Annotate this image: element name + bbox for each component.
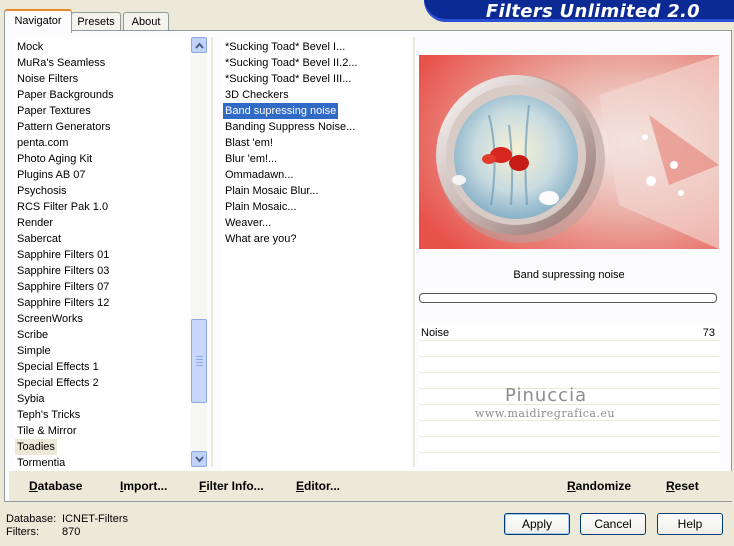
category-item[interactable]: ScreenWorks	[15, 311, 85, 327]
tab-navigator[interactable]: Navigator	[4, 9, 72, 33]
category-item[interactable]: Teph's Tricks	[15, 407, 82, 423]
watermark-url: www.maidiregrafica.eu	[475, 407, 616, 420]
param-value: 73	[702, 327, 715, 339]
filter-item[interactable]: Banding Suppress Noise...	[223, 119, 357, 135]
param-row	[419, 437, 719, 453]
filters-count-info: Filters: 870	[6, 526, 81, 538]
filter-item[interactable]: Plain Mosaic...	[223, 199, 299, 215]
filter-item[interactable]: *Sucking Toad* Bevel I...	[223, 39, 347, 55]
chevron-down-icon	[195, 456, 204, 463]
filter-name-label: Band supressing noise	[513, 269, 625, 281]
category-item[interactable]: Toadies	[15, 439, 57, 455]
category-scrollbar[interactable]	[191, 37, 207, 467]
category-item[interactable]: Simple	[15, 343, 53, 359]
param-row	[419, 357, 719, 373]
filter-item[interactable]: *Sucking Toad* Bevel II.2...	[223, 55, 360, 71]
category-item[interactable]: MuRa's Seamless	[15, 55, 107, 71]
filter-item[interactable]: Band supressing noise	[223, 103, 339, 119]
category-item[interactable]: Mock	[15, 39, 45, 55]
apply-button[interactable]: Apply	[504, 513, 570, 535]
filter-item[interactable]: Blur 'em!...	[223, 151, 279, 167]
filter-list[interactable]: *Sucking Toad* Bevel I... *Sucking Toad* …	[223, 39, 411, 471]
filter-item[interactable]: Ommadawn...	[223, 167, 295, 183]
title-banner: Filters Unlimited 2.0	[424, 0, 734, 22]
randomize-button[interactable]: Randomize	[567, 479, 631, 493]
filter-item[interactable]: What are you?	[223, 231, 299, 247]
category-item[interactable]: Render	[15, 215, 55, 231]
filter-item[interactable]: Weaver...	[223, 215, 273, 231]
filter-info-button[interactable]: Filter Info...	[199, 479, 264, 493]
param-row	[419, 421, 719, 437]
category-item[interactable]: Sapphire Filters 03	[15, 263, 111, 279]
navigator-panel: Mock MuRa's Seamless Noise Filters Paper Ba…	[4, 30, 734, 502]
chevron-up-icon	[195, 42, 204, 49]
app-title: Filters Unlimited 2.0	[485, 1, 700, 22]
import-button[interactable]: Import...	[120, 479, 167, 493]
filter-preview-image	[419, 55, 719, 249]
filter-item[interactable]: Plain Mosaic Blur...	[223, 183, 321, 199]
category-item[interactable]: Special Effects 1	[15, 359, 101, 375]
category-item[interactable]: RCS Filter Pak 1.0	[15, 199, 110, 215]
category-item[interactable]: Sabercat	[15, 231, 63, 247]
category-list[interactable]: Mock MuRa's Seamless Noise Filters Paper Ba…	[15, 39, 189, 471]
progress-bar	[419, 293, 717, 303]
category-item[interactable]: Scribe	[15, 327, 50, 343]
scroll-thumb[interactable]	[191, 319, 207, 403]
column-divider	[211, 37, 213, 467]
bottom-toolbar: Database Import... Filter Info... Editor…	[9, 471, 734, 501]
param-row	[419, 341, 719, 357]
param-noise-row[interactable]: Noise 73	[419, 325, 719, 341]
tab-about[interactable]: About	[123, 12, 169, 31]
category-item[interactable]: Plugins AB 07	[15, 167, 88, 183]
scroll-down-button[interactable]	[191, 451, 207, 467]
database-button[interactable]: Database	[29, 479, 82, 493]
category-item[interactable]: Sapphire Filters 12	[15, 295, 111, 311]
cancel-button[interactable]: Cancel	[580, 513, 646, 535]
category-item[interactable]: Paper Backgrounds	[15, 87, 116, 103]
category-item[interactable]: Pattern Generators	[15, 119, 113, 135]
database-info: Database: ICNET-Filters	[6, 513, 128, 525]
watermark-name: Pinuccia	[505, 385, 588, 406]
help-button[interactable]: Help	[657, 513, 723, 535]
category-item[interactable]: Sapphire Filters 01	[15, 247, 111, 263]
category-item[interactable]: Photo Aging Kit	[15, 151, 94, 167]
filter-item[interactable]: Blast 'em!	[223, 135, 275, 151]
scroll-up-button[interactable]	[191, 37, 207, 53]
column-divider	[413, 37, 415, 467]
filter-item[interactable]: *Sucking Toad* Bevel III...	[223, 71, 353, 87]
tab-presets[interactable]: Presets	[71, 12, 121, 31]
category-item[interactable]: Psychosis	[15, 183, 69, 199]
category-item[interactable]: penta.com	[15, 135, 70, 151]
category-item[interactable]: Tormentia	[15, 455, 67, 471]
filter-item[interactable]: 3D Checkers	[223, 87, 291, 103]
category-item[interactable]: Sybia	[15, 391, 47, 407]
category-item[interactable]: Special Effects 2	[15, 375, 101, 391]
param-name: Noise	[421, 327, 450, 339]
parameter-panel: Noise 73 Pinuccia www.maidiregrafica.eu	[419, 325, 719, 467]
category-item[interactable]: Paper Textures	[15, 103, 93, 119]
category-item[interactable]: Sapphire Filters 07	[15, 279, 111, 295]
reset-button[interactable]: Reset	[666, 479, 699, 493]
category-item[interactable]: Noise Filters	[15, 71, 80, 87]
category-item[interactable]: Tile & Mirror	[15, 423, 78, 439]
editor-button[interactable]: Editor...	[296, 479, 340, 493]
